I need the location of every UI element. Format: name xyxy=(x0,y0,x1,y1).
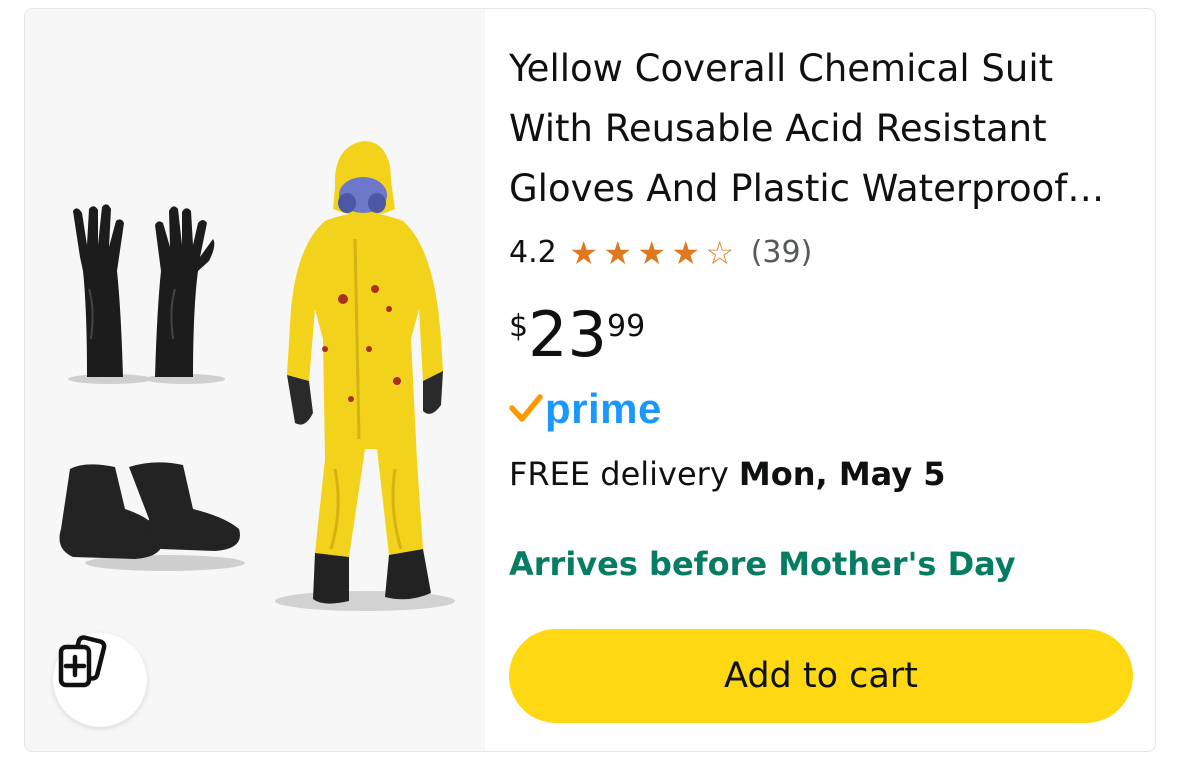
review-count: (39) xyxy=(750,235,813,270)
star-full-icon: ★ xyxy=(569,233,599,272)
star-empty-icon: ☆ xyxy=(705,233,735,272)
product-card[interactable]: Yellow Coverall Chemical Suit With Reusa… xyxy=(24,8,1156,752)
star-full-icon: ★ xyxy=(603,233,633,272)
hazmat-suit-figure xyxy=(287,141,443,604)
prime-badge: prime xyxy=(509,385,662,433)
delivery-prefix: FREE delivery xyxy=(509,455,739,493)
compare-cards-icon xyxy=(58,635,107,688)
price: $ 23 99 xyxy=(509,299,645,371)
arrives-note: Arrives before Mother's Day xyxy=(509,545,1016,583)
glove-right xyxy=(155,206,215,377)
add-to-cart-button[interactable]: Add to cart xyxy=(509,629,1133,723)
price-whole: 23 xyxy=(528,298,607,371)
product-image[interactable] xyxy=(25,9,485,751)
boot-covers xyxy=(59,462,240,559)
star-full-icon: ★ xyxy=(671,233,701,272)
product-title[interactable]: Yellow Coverall Chemical Suit With Reusa… xyxy=(509,39,1134,219)
glove-left xyxy=(73,204,124,377)
rating-value: 4.2 xyxy=(509,235,557,270)
star-rating: ★ ★ ★ ★ ☆ xyxy=(567,237,737,269)
delivery-date: Mon, May 5 xyxy=(738,455,946,493)
prime-check-icon xyxy=(509,394,543,422)
price-currency: $ xyxy=(509,309,529,344)
rating-row[interactable]: 4.2 ★ ★ ★ ★ ☆ (39) xyxy=(509,235,812,270)
price-fraction: 99 xyxy=(607,309,646,344)
delivery-info: FREE delivery Mon, May 5 xyxy=(509,455,946,493)
compare-button[interactable] xyxy=(53,633,147,727)
prime-logo-text: prime xyxy=(545,385,662,432)
star-full-icon: ★ xyxy=(637,233,667,272)
